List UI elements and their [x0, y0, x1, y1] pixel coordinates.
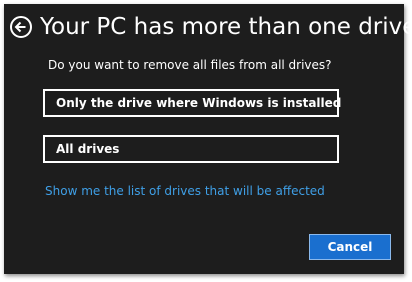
windows-drive-only-button[interactable]: Only the drive where Windows is installe… — [43, 89, 341, 117]
dialog-window: Your PC has more than one drive Do you w… — [4, 4, 412, 274]
back-arrow-icon — [14, 21, 26, 33]
show-affected-drives-link[interactable]: Show me the list of drives that will be … — [45, 183, 325, 199]
dialog-question: Do you want to remove all files from all… — [48, 58, 332, 72]
cancel-button[interactable]: Cancel — [309, 234, 391, 260]
dialog-title: Your PC has more than one drive — [40, 14, 412, 40]
all-drives-button[interactable]: All drives — [43, 135, 339, 163]
back-button[interactable] — [10, 16, 32, 38]
